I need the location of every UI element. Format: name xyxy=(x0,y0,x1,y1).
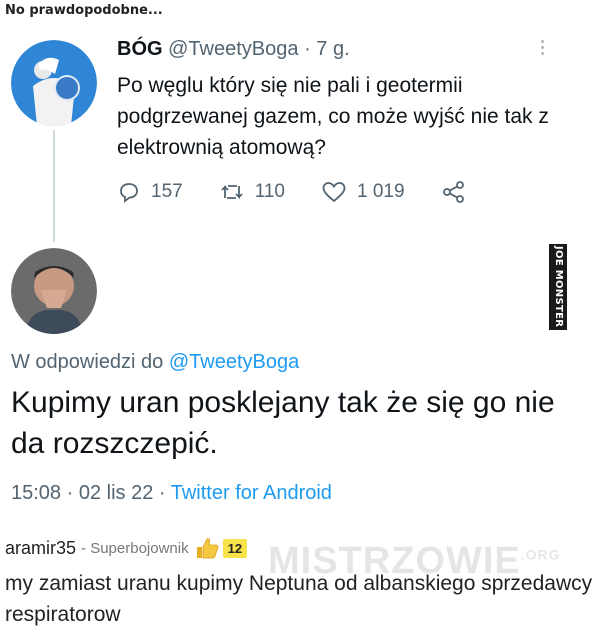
tweet-actions: 157 110 1 019 xyxy=(117,180,467,204)
reply-source[interactable]: Twitter for Android xyxy=(171,482,332,504)
retweet-icon xyxy=(219,180,245,204)
image-watermark: JOE MONSTER xyxy=(549,244,567,330)
comment-score-badge: 12 xyxy=(222,538,248,558)
reply-text: Kupimy uran posklejany tak że się go nie… xyxy=(11,386,555,460)
like-count: 1 019 xyxy=(357,181,405,202)
tweet-header: BÓG @TweetyBoga · 7 g. xyxy=(117,38,350,61)
reply-meta: 15:08 · 02 lis 22 · Twitter for Android xyxy=(11,482,332,505)
reply-handle-link[interactable]: @TweetyBoga xyxy=(169,351,299,373)
thread-line xyxy=(53,130,55,242)
author-name[interactable]: BÓG xyxy=(117,38,163,60)
share-icon xyxy=(441,180,467,204)
thumbs-up-icon[interactable] xyxy=(194,536,220,560)
reply-count: 157 xyxy=(151,181,183,202)
author-handle[interactable]: @TweetyBoga xyxy=(168,38,298,60)
tweet-text: Po węglu który się nie pali i geotermii … xyxy=(117,74,549,159)
more-icon[interactable] xyxy=(538,40,546,55)
reply-timestamp[interactable]: 15:08 · 02 lis 22 · xyxy=(11,482,171,504)
comment-user-link[interactable]: aramir35 xyxy=(5,538,76,559)
reply-button[interactable]: 157 xyxy=(117,180,183,204)
like-button[interactable]: 1 019 xyxy=(321,180,405,204)
comment-header: aramir35 - Superbojownik 12 xyxy=(5,533,248,563)
like-icon xyxy=(321,180,347,204)
reply-context: W odpowiedzi do @TweetyBoga xyxy=(11,351,299,374)
page-title[interactable]: No prawdopodobne... xyxy=(5,3,163,23)
reply-icon xyxy=(117,180,141,204)
reply-author-avatar xyxy=(11,248,97,334)
tweet-age: · 7 g. xyxy=(304,38,350,60)
author-avatar xyxy=(11,40,97,126)
comment-text: my zamiast uranu kupimy Neptuna od alban… xyxy=(5,572,593,626)
reply-prefix: W odpowiedzi do xyxy=(11,351,164,373)
comment-user-rank: - Superbojownik xyxy=(81,539,189,557)
tweet-screenshot: BÓG @TweetyBoga · 7 g. Po węglu który si… xyxy=(0,26,600,526)
retweet-button[interactable]: 110 xyxy=(219,180,285,204)
retweet-count: 110 xyxy=(254,181,285,202)
share-button[interactable] xyxy=(441,180,467,204)
